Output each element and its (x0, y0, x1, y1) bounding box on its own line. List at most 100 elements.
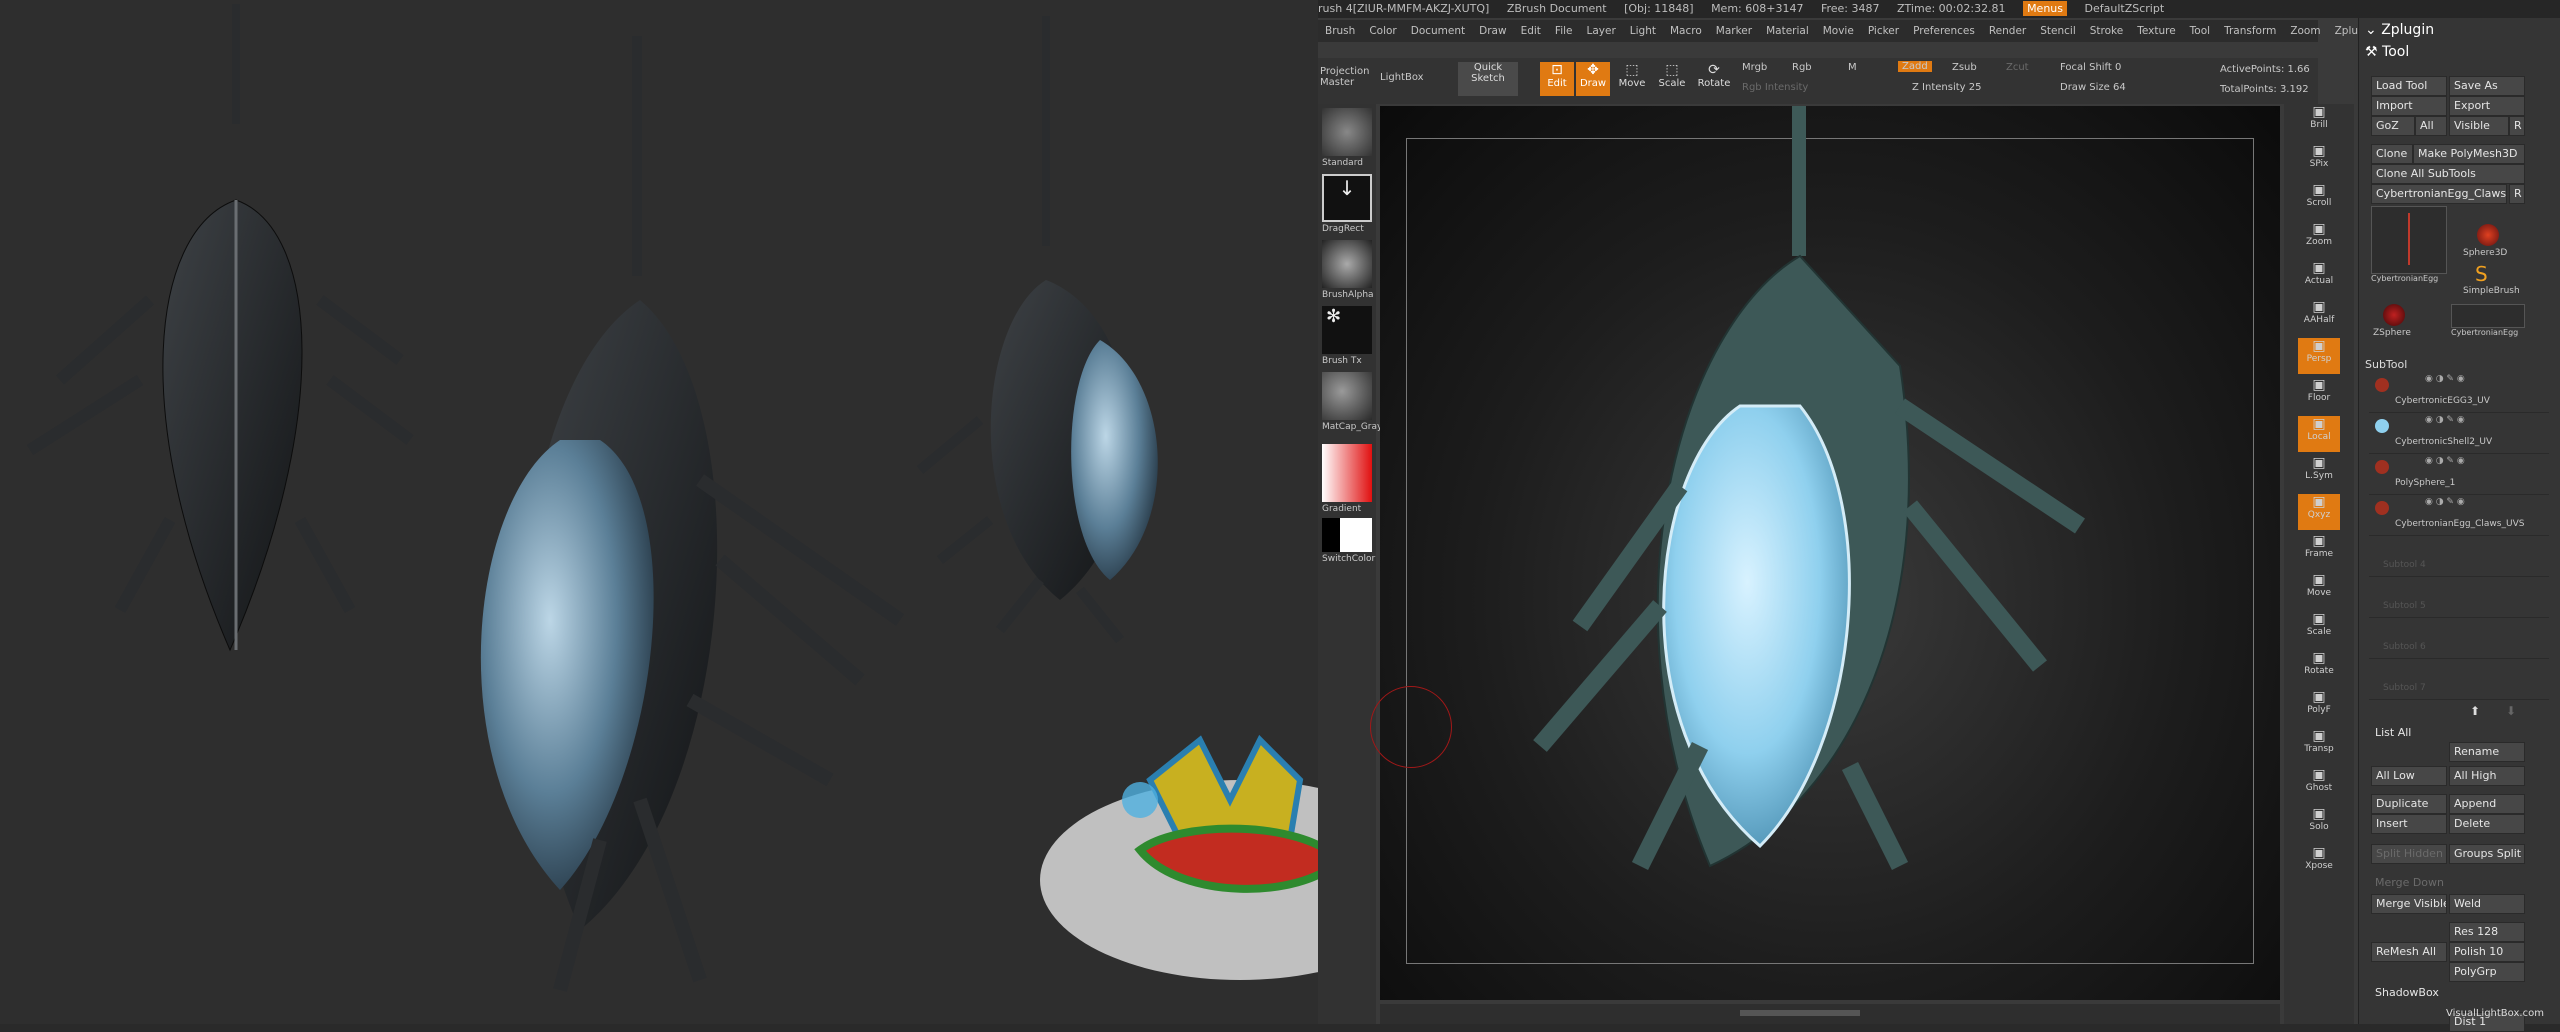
menu-light[interactable]: Light (1630, 25, 1656, 37)
menu-picker[interactable]: Picker (1868, 25, 1899, 37)
mrgb-button[interactable]: Mrgb (1742, 62, 1767, 73)
subtool-header[interactable]: SubTool (2365, 358, 2407, 371)
rgb-intensity-slider[interactable]: Rgb Intensity (1742, 82, 1808, 93)
menu-document[interactable]: Document (1411, 25, 1465, 37)
rotate-button[interactable]: ⟳ Rotate (1694, 62, 1734, 96)
menu-render[interactable]: Render (1989, 25, 2026, 37)
draw-button[interactable]: ✥ Draw (1576, 62, 1610, 96)
shelf-solo-button[interactable]: ▣ Solo (2298, 806, 2340, 842)
texture-thumbnail[interactable]: ✻ (1322, 306, 1372, 354)
zplugin-header[interactable]: ⌄ Zplugin (2365, 22, 2434, 38)
eye-icon[interactable]: ◉ ◑ ✎ ◉ (2425, 415, 2465, 425)
material-thumbnail[interactable] (1322, 372, 1372, 420)
subtool-item[interactable]: ◉ ◑ ✎ ◉ CybertronianEgg_Claws_UVS (2369, 495, 2549, 536)
shelf-spix-button[interactable]: ▣ SPix (2298, 143, 2340, 179)
draw-size-slider[interactable]: Draw Size 64 (2060, 82, 2126, 93)
shelf-zoom-button[interactable]: ▣ Zoom (2298, 221, 2340, 257)
export-button[interactable]: Export (2449, 96, 2525, 116)
all-low-button[interactable]: All Low (2371, 766, 2447, 786)
menu-texture[interactable]: Texture (2137, 25, 2175, 37)
shelf-ghost-button[interactable]: ▣ Ghost (2298, 767, 2340, 803)
goz-button[interactable]: GoZ (2371, 116, 2415, 136)
menu-marker[interactable]: Marker (1716, 25, 1752, 37)
shelf-scroll-button[interactable]: ▣ Scroll (2298, 182, 2340, 218)
shelf-floor-button[interactable]: ▣ Floor (2298, 377, 2340, 413)
zcut-button[interactable]: Zcut (2006, 62, 2029, 73)
subtool-item[interactable]: ◉ ◑ ✎ ◉ CybertronicShell2_UV (2369, 413, 2549, 454)
all-high-button[interactable]: All High (2449, 766, 2525, 786)
menu-zoom[interactable]: Zoom (2290, 25, 2320, 37)
menu-movie[interactable]: Movie (1823, 25, 1854, 37)
move-button[interactable]: ⬚ Move (1614, 62, 1650, 96)
remesh-all-button[interactable]: ReMesh All (2371, 942, 2447, 962)
shelf-rotate-button[interactable]: ▣ Rotate (2298, 650, 2340, 686)
clone-button[interactable]: Clone (2371, 144, 2413, 164)
bottom-scroll-handle[interactable] (1740, 1010, 1860, 1016)
shelf-lsym-button[interactable]: ▣ L.Sym (2298, 455, 2340, 491)
shelf-local-button[interactable]: ▣ Local (2298, 416, 2340, 452)
shelf-aahalf-button[interactable]: ▣ AAHalf (2298, 299, 2340, 335)
current-tool-slider[interactable]: CybertronianEgg_Claws (2371, 184, 2507, 204)
arrow-down-icon[interactable]: ⬇ (2499, 704, 2523, 720)
merge-visible-button[interactable]: Merge Visible (2371, 894, 2447, 914)
menu-brush[interactable]: Brush (1325, 25, 1355, 37)
z-intensity-slider[interactable]: Z Intensity 25 (1912, 82, 1981, 93)
subtool-item[interactable]: ◉ ◑ ✎ ◉ PolySphere_1 (2369, 454, 2549, 495)
cybertronian-thumb[interactable] (2451, 304, 2525, 328)
tool-header[interactable]: ⚒ Tool (2365, 44, 2409, 60)
color-picker[interactable] (1322, 444, 1372, 502)
menu-layer[interactable]: Layer (1587, 25, 1616, 37)
scale-button[interactable]: ⬚ Scale (1654, 62, 1690, 96)
simplebrush-icon[interactable]: S (2475, 262, 2488, 286)
make-polymesh-button[interactable]: Make PolyMesh3D (2413, 144, 2525, 164)
zsphere-icon[interactable] (2383, 304, 2405, 326)
stroke-thumbnail[interactable]: ↓ (1322, 174, 1372, 222)
zsub-button[interactable]: Zsub (1952, 62, 1977, 73)
load-tool-button[interactable]: Load Tool (2371, 76, 2447, 96)
insert-button[interactable]: Insert (2371, 814, 2447, 834)
menu-color[interactable]: Color (1369, 25, 1396, 37)
secondary-color-swatch[interactable] (1322, 518, 1342, 552)
goz-all-button[interactable]: All (2415, 116, 2447, 136)
delete-button[interactable]: Delete (2449, 814, 2525, 834)
groups-split-button[interactable]: Groups Split (2449, 844, 2525, 864)
shadowbox-button[interactable]: ShadowBox (2371, 984, 2525, 1002)
shelf-move-button[interactable]: ▣ Move (2298, 572, 2340, 608)
eye-icon[interactable]: ◉ ◑ ✎ ◉ (2425, 497, 2465, 507)
shelf-xpose-button[interactable]: ▣ Xpose (2298, 845, 2340, 881)
eye-icon[interactable]: ◉ ◑ ✎ ◉ (2425, 374, 2465, 384)
script-label[interactable]: DefaultZScript (2085, 2, 2165, 15)
menu-stroke[interactable]: Stroke (2090, 25, 2123, 37)
menu-stencil[interactable]: Stencil (2040, 25, 2076, 37)
import-button[interactable]: Import (2371, 96, 2447, 116)
polygrp-toggle[interactable]: PolyGrp (2449, 962, 2525, 982)
subtool-item[interactable]: Subtool 7 (2369, 659, 2549, 700)
rgb-button[interactable]: Rgb (1792, 62, 1812, 73)
eye-icon[interactable]: ◉ ◑ ✎ ◉ (2425, 456, 2465, 466)
menus-button[interactable]: Menus (2023, 1, 2067, 16)
rename-button[interactable]: Rename (2449, 742, 2525, 762)
current-tool-r-button[interactable]: R (2509, 184, 2525, 204)
save-as-button[interactable]: Save As (2449, 76, 2525, 96)
duplicate-button[interactable]: Duplicate (2371, 794, 2447, 814)
shelf-qxyz-button[interactable]: ▣ Qxyz (2298, 494, 2340, 530)
menu-preferences[interactable]: Preferences (1913, 25, 1975, 37)
projection-master-button[interactable]: Projection Master (1320, 66, 1369, 88)
shelf-scale-button[interactable]: ▣ Scale (2298, 611, 2340, 647)
focal-shift-slider[interactable]: Focal Shift 0 (2060, 62, 2121, 73)
quick-sketch-button[interactable]: Quick Sketch (1458, 62, 1518, 96)
clone-all-subtools-button[interactable]: Clone All SubTools (2371, 164, 2525, 184)
list-all-button[interactable]: List All (2371, 724, 2447, 742)
sphere3d-icon[interactable] (2477, 224, 2499, 246)
zadd-button[interactable]: Zadd (1898, 61, 1932, 72)
split-hidden-button[interactable]: Split Hidden (2371, 844, 2447, 864)
shelf-polyf-button[interactable]: ▣ PolyF (2298, 689, 2340, 725)
polish-slider[interactable]: Polish 10 (2449, 942, 2525, 962)
menu-file[interactable]: File (1555, 25, 1573, 37)
goz-r-button[interactable]: R (2509, 116, 2525, 136)
subtool-item[interactable]: Subtool 5 (2369, 577, 2549, 618)
weld-toggle[interactable]: Weld (2449, 894, 2525, 914)
menu-tool[interactable]: Tool (2190, 25, 2210, 37)
merge-down-button[interactable]: Merge Down (2371, 874, 2525, 892)
subtool-item[interactable]: Subtool 4 (2369, 536, 2549, 577)
